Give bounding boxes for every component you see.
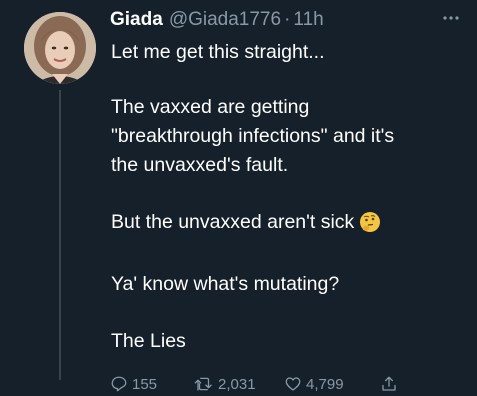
thinking-face-emoji-icon xyxy=(359,211,381,242)
heart-icon xyxy=(285,377,301,391)
share-button[interactable] xyxy=(380,375,402,393)
tweet-paragraph: The Lies xyxy=(111,330,186,352)
reply-count: 155 xyxy=(132,375,158,393)
tweet[interactable]: Giada @Giada1776 · 11h Let me get this s… xyxy=(0,0,477,396)
more-options-icon[interactable] xyxy=(436,8,466,28)
author-handle[interactable]: @Giada1776 xyxy=(169,9,281,31)
reply-icon xyxy=(111,376,127,392)
like-count: 4,799 xyxy=(306,375,344,393)
tweet-actions: 155 2,031 4,799 xyxy=(110,372,450,396)
reply-button[interactable]: 155 xyxy=(110,375,157,393)
retweet-button[interactable]: 2,031 xyxy=(194,375,256,393)
avatar-column xyxy=(24,12,96,84)
tweet-header: Giada @Giada1776 · 11h xyxy=(110,9,324,35)
thread-line xyxy=(59,90,61,380)
tweet-paragraph-with-emoji: But the unvaxxed aren't sick xyxy=(111,208,471,242)
like-button[interactable]: 4,799 xyxy=(284,375,344,393)
header-separator: · xyxy=(284,9,291,30)
tweet-paragraph: Let me get this straight... xyxy=(111,41,325,63)
author-name[interactable]: Giada xyxy=(110,9,163,31)
tweet-paragraph: Ya' know what's mutating? xyxy=(111,273,340,295)
share-icon xyxy=(382,376,396,391)
tweet-text: Let me get this straight... The vaxxed a… xyxy=(111,38,471,384)
tweet-timestamp[interactable]: 11h xyxy=(293,9,323,31)
tweet-paragraph: The vaxxed are getting "breakthrough inf… xyxy=(111,96,395,176)
avatar-image xyxy=(24,12,96,84)
tweet-paragraph: But the unvaxxed aren't sick xyxy=(111,211,355,233)
retweet-count: 2,031 xyxy=(218,375,256,393)
retweet-icon xyxy=(194,377,212,391)
avatar[interactable] xyxy=(24,12,96,84)
